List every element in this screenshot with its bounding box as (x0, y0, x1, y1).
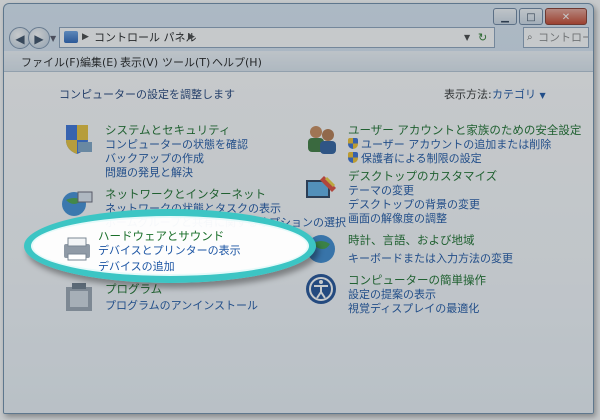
history-dropdown-icon[interactable]: ▼ (50, 34, 56, 43)
search-input[interactable]: ⌕ コントロール... (523, 27, 589, 48)
control-panel-window: ▁ □ ✕ ◀ ▶ ▼ ▶ コントロール パネル ▶ ▼ ↻ ⌕ コントロール.… (3, 3, 594, 414)
ease-of-access-icon[interactable] (304, 272, 338, 306)
user-accounts-icon[interactable] (304, 122, 338, 156)
link-find-fix-problems[interactable]: 問題の発見と解決 (105, 164, 193, 180)
breadcrumb-arrow-icon[interactable]: ▶ (82, 28, 89, 47)
control-panel-icon (64, 31, 78, 43)
link-uninstall-program[interactable]: プログラムのアンインストール (105, 297, 258, 313)
link-change-keyboard[interactable]: キーボードまたは入力方法の変更 (348, 250, 513, 266)
view-by-value: カテゴリ (492, 88, 536, 101)
refresh-icon[interactable]: ↻ (478, 28, 487, 47)
menu-tools[interactable]: ツール(T) (162, 54, 210, 70)
view-by-dropdown[interactable]: カテゴリ ▼ (492, 86, 546, 102)
page-title: コンピューターの設定を調整します (59, 88, 235, 101)
link-parental-controls[interactable]: 保護者による制限の設定 (348, 150, 482, 166)
uac-shield-icon (348, 152, 358, 163)
maximize-button[interactable]: □ (519, 8, 543, 25)
appearance-icon[interactable] (304, 172, 338, 206)
programs-icon[interactable] (62, 281, 96, 315)
category-programs-title[interactable]: プログラム (105, 281, 162, 297)
search-placeholder: コントロール... (538, 31, 588, 44)
address-dropdown-icon[interactable]: ▼ (464, 28, 470, 47)
view-dropdown-icon: ▼ (539, 91, 546, 100)
link-parental-controls-label: 保護者による制限の設定 (361, 152, 482, 165)
search-icon: ⌕ (527, 32, 533, 43)
uac-shield-icon (348, 138, 358, 149)
link-devices-printers[interactable]: デバイスとプリンターの表示 (98, 242, 241, 258)
hardware-sound-icon[interactable] (61, 232, 95, 266)
system-security-icon[interactable] (60, 122, 94, 156)
link-add-device[interactable]: デバイスの追加 (98, 258, 175, 274)
hardware-highlight-callout: ハードウェアとサウンド デバイスとプリンターの表示 デバイスの追加 (24, 209, 316, 283)
forward-button[interactable]: ▶ (28, 27, 50, 49)
link-optimize-visual[interactable]: 視覚ディスプレイの最適化 (348, 300, 479, 316)
breadcrumb-control-panel[interactable]: コントロール パネル (94, 28, 197, 47)
menu-file[interactable]: ファイル(F) (21, 54, 80, 70)
link-adjust-resolution[interactable]: 画面の解像度の調整 (348, 210, 447, 226)
address-bar[interactable]: ▶ コントロール パネル ▶ ▼ ↻ (59, 27, 495, 48)
menu-bar: ファイル(F) 編集(E) 表示(V) ツール(T) ヘルプ(H) (4, 51, 593, 72)
menu-edit[interactable]: 編集(E) (80, 54, 118, 70)
view-by-label: 表示方法: (444, 88, 492, 101)
close-button[interactable]: ✕ (545, 8, 587, 25)
minimize-button[interactable]: ▁ (493, 8, 517, 25)
category-clock-title[interactable]: 時計、言語、および地域 (348, 232, 475, 248)
breadcrumb-next-arrow-icon[interactable]: ▶ (188, 28, 195, 47)
menu-view[interactable]: 表示(V) (120, 54, 158, 70)
window-controls: ▁ □ ✕ (493, 8, 587, 25)
menu-help[interactable]: ヘルプ(H) (212, 54, 262, 70)
